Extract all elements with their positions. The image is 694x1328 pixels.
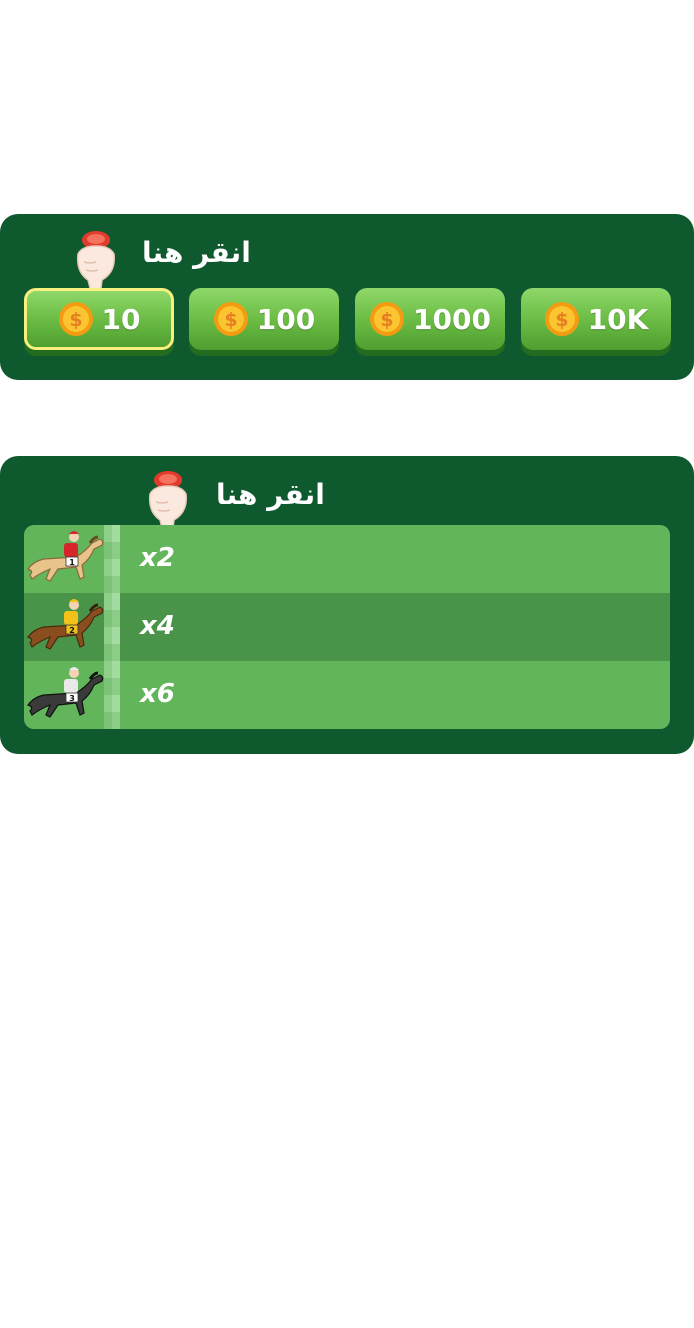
multiplier-label: x4: [140, 611, 175, 641]
coin-icon: $: [544, 302, 579, 336]
tap-here-label: انقر هنا: [216, 478, 325, 511]
chip-button-1000[interactable]: $ 1000: [355, 288, 505, 350]
horse-2-icon: 2: [27, 599, 104, 650]
race-track: x2 x4 x6 1 2 3: [24, 525, 670, 729]
race-panel: انقر هنا x2 x4 x6 1 2 3: [0, 456, 694, 754]
svg-text:1: 1: [69, 558, 75, 567]
svg-text:$: $: [69, 309, 82, 331]
start-line: [104, 525, 120, 729]
chip-label: 100: [256, 302, 316, 336]
chip-row: $ 10 $ 100 $ 1000 $ 10K: [24, 288, 671, 356]
svg-text:$: $: [380, 309, 393, 331]
multiplier-label: x6: [140, 679, 175, 709]
multiplier-label: x2: [140, 543, 175, 573]
coin-icon: $: [370, 302, 405, 336]
chip-label: 10: [101, 302, 141, 336]
chip-button-10k[interactable]: $ 10K: [521, 288, 671, 350]
chip-button-100[interactable]: $ 100: [189, 288, 339, 350]
horse-1-icon: 1: [27, 531, 104, 582]
chip-button-10[interactable]: $ 10: [24, 288, 174, 350]
chip-label: 10K: [587, 302, 649, 336]
lane-x2[interactable]: x2: [24, 525, 670, 593]
lane-x6[interactable]: x6: [24, 661, 670, 729]
coin-icon: $: [58, 302, 93, 336]
horse-3-icon: 3: [27, 667, 104, 718]
tap-here-hint: انقر هنا: [142, 236, 251, 269]
svg-text:$: $: [224, 309, 237, 331]
svg-text:2: 2: [69, 626, 75, 635]
bet-panel: انقر هنا $ 10 $ 100 $ 1000 $ 10K: [0, 214, 694, 380]
tap-here-hint: انقر هنا: [216, 478, 325, 511]
tap-here-label: انقر هنا: [142, 236, 251, 269]
svg-text:3: 3: [69, 694, 75, 703]
coin-icon: $: [213, 302, 248, 336]
lane-x4[interactable]: x4: [24, 593, 670, 661]
svg-text:$: $: [555, 309, 568, 331]
chip-label: 1000: [413, 302, 491, 336]
